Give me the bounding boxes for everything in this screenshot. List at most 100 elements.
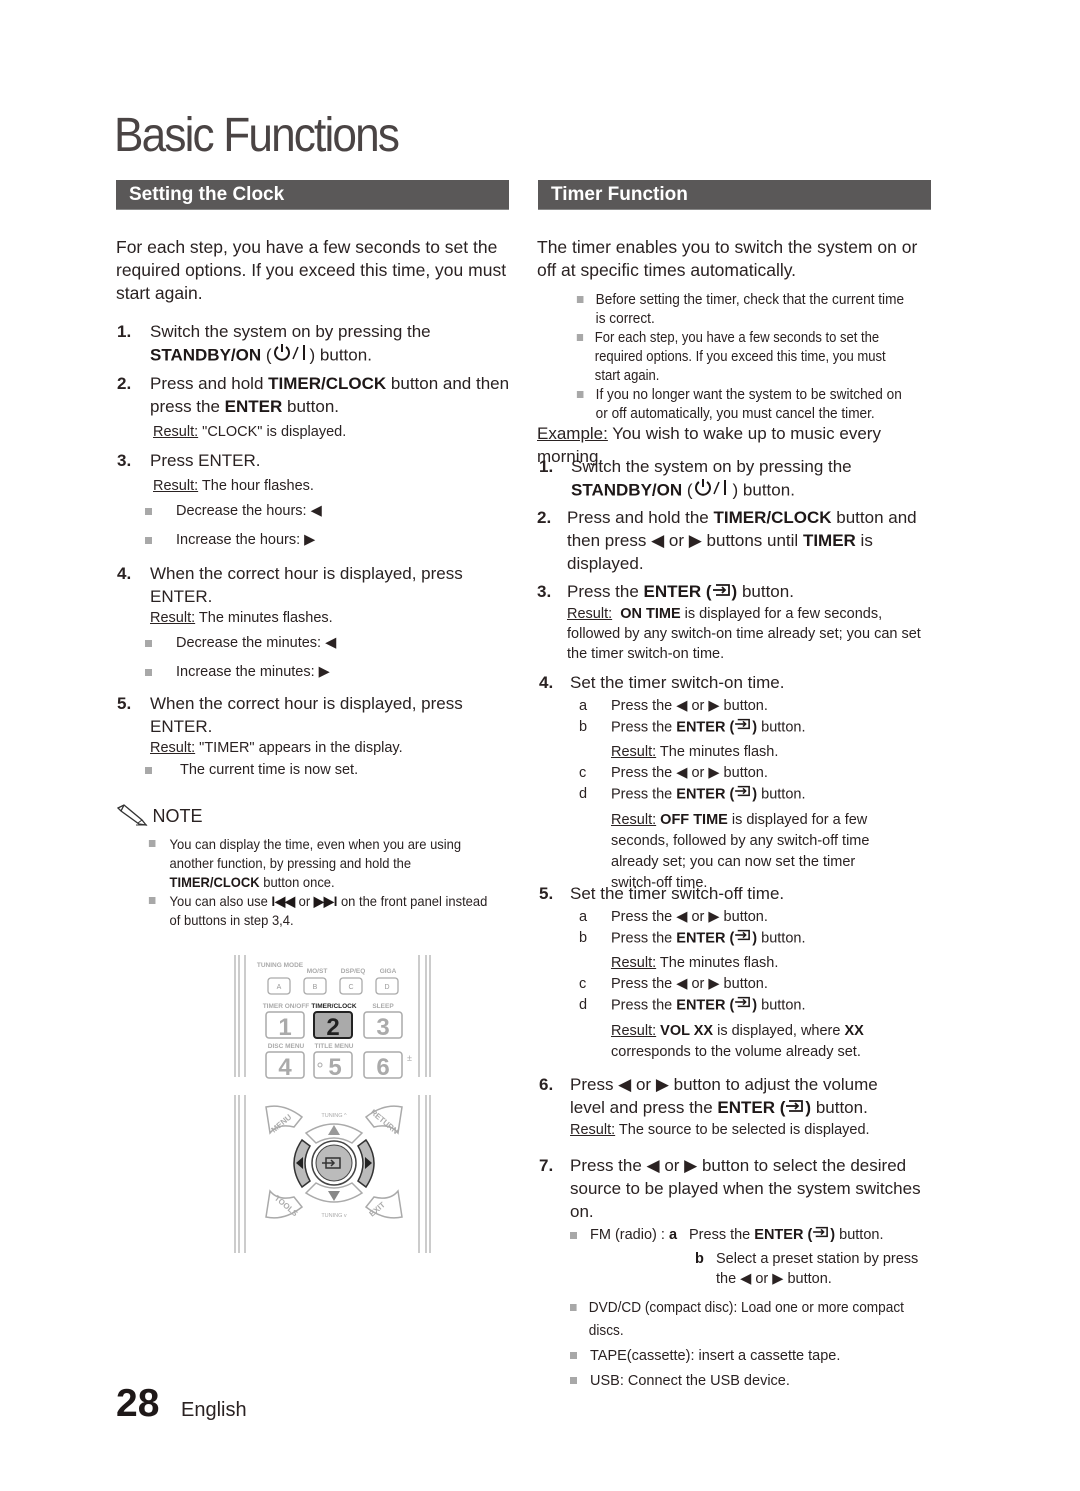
svg-text:GIGA: GIGA (380, 968, 397, 975)
bullet-icon (570, 1232, 577, 1239)
svg-text:TUNING v: TUNING v (321, 1213, 347, 1219)
bullet-icon (145, 767, 152, 774)
source-usb: USB: Connect the USB device. (570, 1370, 939, 1393)
enter-icon (734, 784, 752, 805)
list-item: If you no longer want the system to be s… (575, 386, 913, 424)
svg-text:SLEEP: SLEEP (372, 1003, 394, 1010)
page-number: 28 (116, 1382, 160, 1425)
svg-text:MO/ST: MO/ST (307, 968, 328, 975)
key-label: TUNING MODE (257, 962, 304, 969)
result-text: Result: "CLOCK" is displayed. (153, 424, 347, 440)
pencil-icon (116, 804, 148, 830)
enter-icon (734, 995, 752, 1016)
svg-text:2: 2 (326, 1014, 339, 1041)
result-text: Result: The source to be selected is dis… (570, 1122, 870, 1139)
power-icon (693, 478, 733, 504)
next-track-icon: ▶▶I (313, 894, 338, 909)
svg-text:TIMER/CLOCK: TIMER/CLOCK (311, 1003, 356, 1010)
timer-prereq-list: Before setting the timer, check that the… (575, 291, 935, 424)
clock-step-3: 3. Press ENTER. Result: The hour flashes… (117, 449, 517, 550)
bullet-icon (145, 640, 152, 647)
sub-step-a: a Press the ◀ or ▶ button. (579, 698, 768, 714)
svg-text:DISC MENU: DISC MENU (268, 1043, 305, 1050)
timer-step-1: 1. Switch the system on by pressing the … (539, 455, 939, 504)
bullet-icon (576, 391, 584, 398)
enter-icon (734, 717, 752, 738)
svg-text:A: A (277, 984, 282, 991)
bullet-icon (570, 1352, 577, 1359)
bullet-icon (576, 334, 584, 341)
enter-icon (812, 1225, 830, 1245)
section-header-timer-function: Timer Function (538, 180, 931, 210)
timer-step-2: 2. Press and hold the TIMER/CLOCK button… (537, 508, 917, 573)
bullet-icon (576, 296, 584, 303)
result-text: Result: ON TIME is displayed for a few s… (567, 606, 921, 663)
clock-step-2: 2. Press and hold TIMER/CLOCK button and… (117, 372, 517, 442)
svg-text:±: ± (407, 1053, 412, 1063)
svg-text:6: 6 (376, 1054, 389, 1081)
page-title: Basic Functions (114, 109, 400, 162)
bullet-increase-minutes: Increase the minutes: ▶ (145, 662, 517, 682)
timer-step-6: 6. Press ◀ or ▶ button to adjust the vol… (539, 1073, 939, 1140)
page-language: English (181, 1399, 247, 1421)
svg-text:TUNING ^: TUNING ^ (321, 1113, 347, 1119)
source-fm: FM (radio) : a Press the ENTER () button… (570, 1225, 939, 1287)
section-header-setting-clock: Setting the Clock (116, 180, 509, 210)
svg-text:C: C (348, 984, 353, 991)
result-text: Result: The minutes flash. (611, 955, 779, 972)
sub-step-d: d Press the ENTER () button. (579, 784, 939, 805)
step-number: 1. (117, 322, 132, 341)
svg-text:5: 5 (328, 1054, 341, 1081)
svg-text:DSP/EQ: DSP/EQ (341, 968, 366, 975)
bullet-icon (570, 1304, 577, 1311)
timer-step-7: 7. Press the ◀ or ▶ button to select the… (539, 1154, 939, 1393)
clock-intro: For each step, you have a few seconds to… (116, 237, 507, 303)
bullet-icon (148, 897, 156, 904)
svg-text:4: 4 (278, 1054, 292, 1081)
bullet-icon (145, 537, 152, 544)
timer-step-3: 3. Press the ENTER () button. Result: ON… (537, 580, 937, 664)
timer-intro: The timer enables you to switch the syst… (537, 237, 918, 280)
bullet-icon (145, 669, 152, 676)
sub-step-d: d Press the ENTER () button. (579, 995, 939, 1016)
clock-step-5: 5. When the correct hour is displayed, p… (117, 692, 517, 780)
note-list: You can display the time, even when you … (147, 835, 517, 930)
bullet-decrease-hours: Decrease the hours: ◀ (145, 501, 517, 521)
svg-text:B: B (313, 984, 318, 991)
svg-text:TITLE MENU: TITLE MENU (315, 1043, 354, 1050)
svg-text:1: 1 (278, 1014, 291, 1041)
bullet-decrease-minutes: Decrease the minutes: ◀ (145, 633, 517, 653)
note-heading: NOTE (116, 804, 202, 831)
bullet-icon (148, 840, 156, 847)
sub-step-a: a Press the ◀ or ▶ button. (579, 909, 768, 925)
remote-control-illustration: TUNING MODE MO/ST DSP/EQ GIGA A B C D TIME… (234, 955, 434, 1255)
enter-icon (785, 1097, 805, 1120)
source-tape: TAPE(cassette): insert a cassette tape. (570, 1345, 939, 1368)
enter-icon (712, 581, 732, 604)
sub-step-b: b Press the ENTER () button. (579, 928, 939, 949)
result-text: Result: The hour flashes. (153, 478, 314, 494)
result-text: Result: VOL XX is displayed, where XX co… (611, 1022, 864, 1060)
result-text: Result: The minutes flashes. (150, 610, 333, 626)
bullet-time-set: The current time is now set. (145, 760, 517, 780)
note-item: You can also use I◀◀ or ▶▶I on the front… (147, 892, 495, 930)
bullet-increase-hours: Increase the hours: ▶ (145, 530, 517, 550)
svg-text:D: D (384, 984, 389, 991)
svg-text:TIMER ON/OFF: TIMER ON/OFF (263, 1003, 310, 1010)
enter-icon (734, 928, 752, 949)
clock-step-1: 1. Switch the system on by pressing the … (117, 320, 517, 369)
timer-step-5: 5. Set the timer switch-off time. a Press… (539, 882, 939, 1063)
clock-step-4: 4. When the correct hour is displayed, p… (117, 562, 517, 682)
timer-step-4: 4. Set the timer switch-on time. a Press … (539, 671, 939, 894)
sub-step-b: b Press the ENTER () button. (579, 717, 939, 738)
result-text: Result: The minutes flash. (611, 744, 779, 761)
sub-step-c: c Press the ◀ or ▶ button. (579, 765, 768, 782)
prev-track-icon: I◀◀ (271, 894, 296, 909)
bullet-icon (570, 1377, 577, 1384)
list-item: Before setting the timer, check that the… (575, 291, 913, 329)
svg-text:3: 3 (376, 1014, 389, 1041)
bullet-icon (145, 508, 152, 515)
list-item: For each step, you have a few seconds to… (575, 329, 899, 386)
note-item: You can display the time, even when you … (147, 835, 495, 892)
source-dvd: DVD/CD (compact disc): Load one or more … (570, 1297, 917, 1343)
